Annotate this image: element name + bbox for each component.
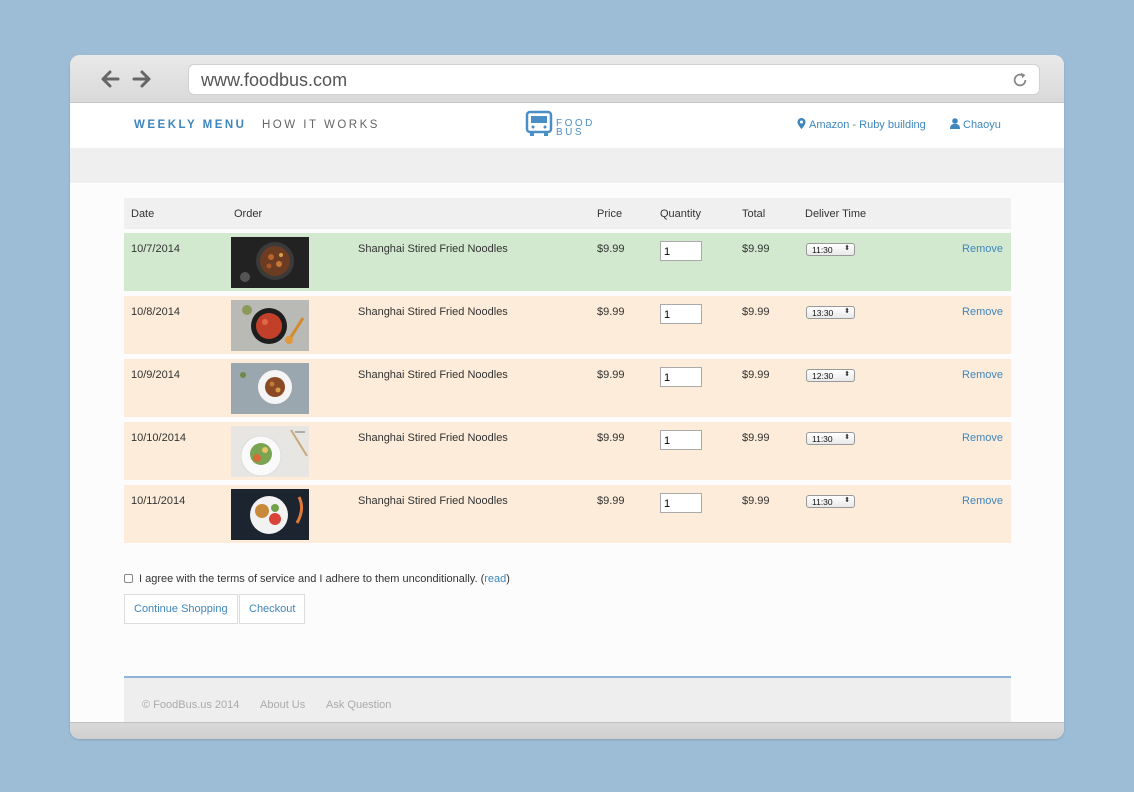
row-item-name: Shanghai Stired Fried Noodles bbox=[358, 243, 508, 255]
remove-link[interactable]: Remove bbox=[962, 432, 1003, 444]
row-price: $9.99 bbox=[597, 306, 625, 318]
terms-read-link[interactable]: read bbox=[484, 573, 506, 585]
nav-how-it-works[interactable]: HOW IT WORKS bbox=[262, 119, 380, 131]
continue-shopping-button[interactable]: Continue Shopping bbox=[124, 594, 238, 624]
table-header: Date Order Price Quantity Total Deliver … bbox=[124, 198, 1011, 229]
quantity-input[interactable]: 1 bbox=[660, 367, 702, 387]
select-arrows-icon: ⬍ bbox=[844, 245, 850, 252]
select-arrows-icon: ⬍ bbox=[844, 371, 850, 378]
footer-about-link[interactable]: About Us bbox=[260, 699, 305, 711]
back-arrow-icon[interactable] bbox=[98, 67, 122, 91]
reload-icon[interactable] bbox=[1011, 71, 1029, 89]
deliver-time-select[interactable]: 11:30 ⬍ bbox=[806, 432, 855, 445]
select-arrows-icon: ⬍ bbox=[844, 497, 850, 504]
row-total: $9.99 bbox=[742, 432, 770, 444]
table-row: 10/7/2014 Shanghai Stired Fried Noodles … bbox=[124, 233, 1011, 291]
food-thumbnail bbox=[231, 426, 309, 477]
row-total: $9.99 bbox=[742, 369, 770, 381]
deliver-time-value: 12:30 bbox=[812, 371, 834, 381]
nav-weekly-menu[interactable]: WEEKLY MENU bbox=[134, 119, 247, 131]
quantity-input[interactable]: 1 bbox=[660, 241, 702, 261]
row-item-name: Shanghai Stired Fried Noodles bbox=[358, 369, 508, 381]
browser-window: www.foodbus.com WEEKLY MENU HOW IT WORKS… bbox=[70, 55, 1064, 739]
location-link[interactable]: Amazon - Ruby building bbox=[797, 118, 926, 131]
header-date: Date bbox=[131, 208, 155, 220]
deliver-time-select[interactable]: 11:30 ⬍ bbox=[806, 243, 855, 256]
quantity-input[interactable]: 1 bbox=[660, 430, 702, 450]
deliver-time-value: 11:30 bbox=[812, 497, 833, 507]
deliver-time-value: 11:30 bbox=[812, 245, 833, 255]
row-date: 10/11/2014 bbox=[131, 495, 186, 507]
table-row: 10/10/2014 Shanghai Stired Fried Noodles… bbox=[124, 422, 1011, 480]
forward-arrow-icon[interactable] bbox=[130, 67, 154, 91]
header-band bbox=[70, 148, 1064, 183]
bus-icon bbox=[525, 110, 553, 136]
row-item-name: Shanghai Stired Fried Noodles bbox=[358, 306, 508, 318]
site-header: WEEKLY MENU HOW IT WORKS FOOD BUS Amazon… bbox=[70, 103, 1064, 148]
row-date: 10/7/2014 bbox=[131, 243, 180, 255]
address-bar[interactable]: www.foodbus.com bbox=[188, 64, 1040, 95]
footer-copyright: © FoodBus.us 2014 bbox=[142, 699, 240, 711]
remove-link[interactable]: Remove bbox=[962, 306, 1003, 318]
checkout-button[interactable]: Checkout bbox=[239, 594, 306, 624]
deliver-time-select[interactable]: 12:30 ⬍ bbox=[806, 369, 855, 382]
row-date: 10/9/2014 bbox=[131, 369, 180, 381]
remove-link[interactable]: Remove bbox=[962, 495, 1003, 507]
table-row: 10/8/2014 Shanghai Stired Fried Noodles … bbox=[124, 296, 1011, 354]
row-total: $9.99 bbox=[742, 306, 770, 318]
quantity-input[interactable]: 1 bbox=[660, 304, 702, 324]
browser-toolbar: www.foodbus.com bbox=[70, 55, 1064, 103]
user-icon bbox=[950, 118, 960, 129]
quantity-input[interactable]: 1 bbox=[660, 493, 702, 513]
deliver-time-value: 11:30 bbox=[812, 434, 833, 444]
select-arrows-icon: ⬍ bbox=[844, 308, 850, 315]
row-date: 10/10/2014 bbox=[131, 432, 187, 444]
select-arrows-icon: ⬍ bbox=[844, 434, 850, 441]
terms-close: ) bbox=[506, 573, 510, 585]
row-price: $9.99 bbox=[597, 243, 625, 255]
logo-text: FOOD BUS bbox=[556, 119, 595, 138]
food-thumbnail bbox=[231, 237, 309, 288]
browser-bottom-bar bbox=[70, 722, 1064, 739]
terms-text: I agree with the terms of service and I … bbox=[139, 573, 485, 585]
table-row: 10/11/2014 Shanghai Stired Fried Noodles… bbox=[124, 485, 1011, 543]
header-quantity: Quantity bbox=[660, 208, 701, 220]
row-item-name: Shanghai Stired Fried Noodles bbox=[358, 432, 508, 444]
map-pin-icon bbox=[797, 118, 806, 129]
header-deliver-time: Deliver Time bbox=[805, 208, 867, 220]
terms-agreement: I agree with the terms of service and I … bbox=[124, 573, 510, 585]
footer-ask-link[interactable]: Ask Question bbox=[326, 699, 391, 711]
url-text: www.foodbus.com bbox=[201, 70, 348, 90]
user-name: Chaoyu bbox=[963, 119, 1001, 131]
row-total: $9.99 bbox=[742, 243, 770, 255]
user-menu[interactable]: Chaoyu bbox=[950, 118, 1001, 131]
deliver-time-select[interactable]: 13:30 ⬍ bbox=[806, 306, 855, 319]
header-order: Order bbox=[234, 208, 263, 220]
site-footer: © FoodBus.us 2014 About Us Ask Question bbox=[124, 676, 1011, 722]
row-price: $9.99 bbox=[597, 495, 625, 507]
header-total: Total bbox=[742, 208, 766, 220]
food-thumbnail bbox=[231, 300, 309, 351]
row-price: $9.99 bbox=[597, 432, 625, 444]
table-row: 10/9/2014 Shanghai Stired Fried Noodles … bbox=[124, 359, 1011, 417]
food-thumbnail bbox=[231, 363, 309, 414]
deliver-time-select[interactable]: 11:30 ⬍ bbox=[806, 495, 855, 508]
logo-line-bus: BUS bbox=[556, 127, 585, 138]
row-date: 10/8/2014 bbox=[131, 306, 180, 318]
location-text: Amazon - Ruby building bbox=[809, 119, 926, 131]
remove-link[interactable]: Remove bbox=[962, 369, 1003, 381]
row-item-name: Shanghai Stired Fried Noodles bbox=[358, 495, 508, 507]
row-total: $9.99 bbox=[742, 495, 770, 507]
foodbus-logo[interactable]: FOOD BUS bbox=[524, 109, 592, 144]
terms-checkbox[interactable] bbox=[124, 574, 133, 583]
deliver-time-value: 13:30 bbox=[812, 308, 834, 318]
header-price: Price bbox=[597, 208, 623, 220]
row-price: $9.99 bbox=[597, 369, 625, 381]
food-thumbnail bbox=[231, 489, 309, 540]
remove-link[interactable]: Remove bbox=[962, 243, 1003, 255]
